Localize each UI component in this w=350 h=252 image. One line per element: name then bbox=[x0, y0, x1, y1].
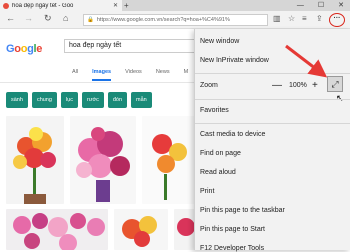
address-bar[interactable]: 🔒 https://www.google.com.vn/search?q=hoa… bbox=[83, 14, 268, 26]
web-page: Google hoa đẹp ngày tết All Images Video… bbox=[0, 29, 196, 250]
related-search-chips: sành chung lục rước đón mẫn bbox=[6, 92, 152, 108]
chip[interactable]: mẫn bbox=[131, 92, 152, 108]
minimize-button[interactable]: — bbox=[297, 0, 304, 11]
chip[interactable]: lục bbox=[60, 92, 78, 108]
new-tab-button[interactable]: + bbox=[124, 1, 129, 10]
chip[interactable]: sành bbox=[6, 92, 28, 108]
zoom-out-button[interactable]: — bbox=[272, 81, 282, 91]
close-window-button[interactable]: ✕ bbox=[338, 0, 344, 11]
google-search-input[interactable]: hoa đẹp ngày tết bbox=[64, 39, 196, 53]
menu-divider bbox=[195, 73, 350, 74]
favorites-star-icon[interactable]: ☆ bbox=[288, 14, 295, 23]
share-icon[interactable]: ⇪ bbox=[316, 14, 323, 23]
chip[interactable]: rước bbox=[81, 92, 104, 108]
more-actions-button[interactable]: ··· bbox=[329, 13, 345, 27]
menu-find-on-page[interactable]: Find on page bbox=[200, 150, 241, 157]
title-bar: hoa đẹp ngày tết - Goo ✕ + — ☐ ✕ bbox=[0, 0, 350, 11]
tab-videos[interactable]: Videos bbox=[125, 69, 142, 81]
tab-all[interactable]: All bbox=[72, 69, 78, 81]
zoom-level: 100% bbox=[289, 82, 307, 89]
image-result[interactable] bbox=[174, 209, 196, 250]
menu-new-inprivate-window[interactable]: New InPrivate window bbox=[200, 57, 269, 64]
menu-favorites[interactable]: Favorites bbox=[200, 107, 229, 114]
tab-title: hoa đẹp ngày tết - Goo bbox=[12, 2, 74, 9]
google-favicon-icon bbox=[3, 2, 9, 9]
home-icon[interactable]: ⌂ bbox=[63, 13, 68, 23]
chip[interactable]: chung bbox=[31, 92, 57, 108]
google-tabs: All Images Videos News M bbox=[72, 69, 188, 81]
zoom-in-button[interactable]: + bbox=[312, 81, 318, 91]
full-screen-icon[interactable]: ⤢ bbox=[327, 76, 343, 92]
chip[interactable]: đón bbox=[107, 92, 128, 108]
reading-view-icon[interactable]: ▥ bbox=[273, 14, 281, 23]
tab-more[interactable]: M bbox=[184, 69, 189, 81]
tab-news[interactable]: News bbox=[156, 69, 170, 81]
browser-toolbar: ← → ↻ ⌂ 🔒 https://www.google.com.vn/sear… bbox=[0, 11, 350, 29]
menu-pin-start[interactable]: Pin this page to Start bbox=[200, 226, 265, 233]
image-result[interactable] bbox=[114, 209, 168, 250]
image-result[interactable] bbox=[6, 209, 108, 250]
lock-icon: 🔒 bbox=[87, 17, 94, 23]
image-result[interactable] bbox=[70, 116, 136, 204]
forward-arrow-icon[interactable]: → bbox=[24, 13, 33, 23]
zoom-label: Zoom bbox=[200, 82, 218, 89]
tab-close-icon[interactable]: ✕ bbox=[113, 2, 118, 9]
menu-divider bbox=[195, 99, 350, 100]
menu-divider bbox=[195, 123, 350, 124]
back-arrow-icon[interactable]: ← bbox=[6, 13, 15, 23]
address-url: https://www.google.com.vn/search?q=hoa+%… bbox=[96, 17, 230, 23]
refresh-icon[interactable]: ↻ bbox=[44, 13, 52, 24]
menu-pin-taskbar[interactable]: Pin this page to the taskbar bbox=[200, 207, 285, 214]
tabs-divider bbox=[0, 82, 196, 83]
image-result[interactable] bbox=[142, 116, 196, 204]
menu-print[interactable]: Print bbox=[200, 188, 214, 195]
menu-read-aloud[interactable]: Read aloud bbox=[200, 169, 236, 176]
menu-new-window[interactable]: New window bbox=[200, 38, 239, 45]
maximize-button[interactable]: ☐ bbox=[318, 0, 324, 11]
google-logo: Google bbox=[6, 43, 43, 55]
hub-icon[interactable]: ≡ bbox=[302, 14, 307, 23]
menu-developer-tools[interactable]: F12 Developer Tools bbox=[200, 245, 264, 252]
menu-cast-media[interactable]: Cast media to device bbox=[200, 131, 265, 138]
tab-images[interactable]: Images bbox=[92, 69, 112, 81]
image-result[interactable] bbox=[6, 116, 64, 204]
browser-tab[interactable]: hoa đẹp ngày tết - Goo ✕ bbox=[0, 0, 122, 11]
more-actions-menu: New window New InPrivate window Zoom — 1… bbox=[194, 29, 350, 252]
window-controls: — ☐ ✕ bbox=[297, 0, 344, 11]
